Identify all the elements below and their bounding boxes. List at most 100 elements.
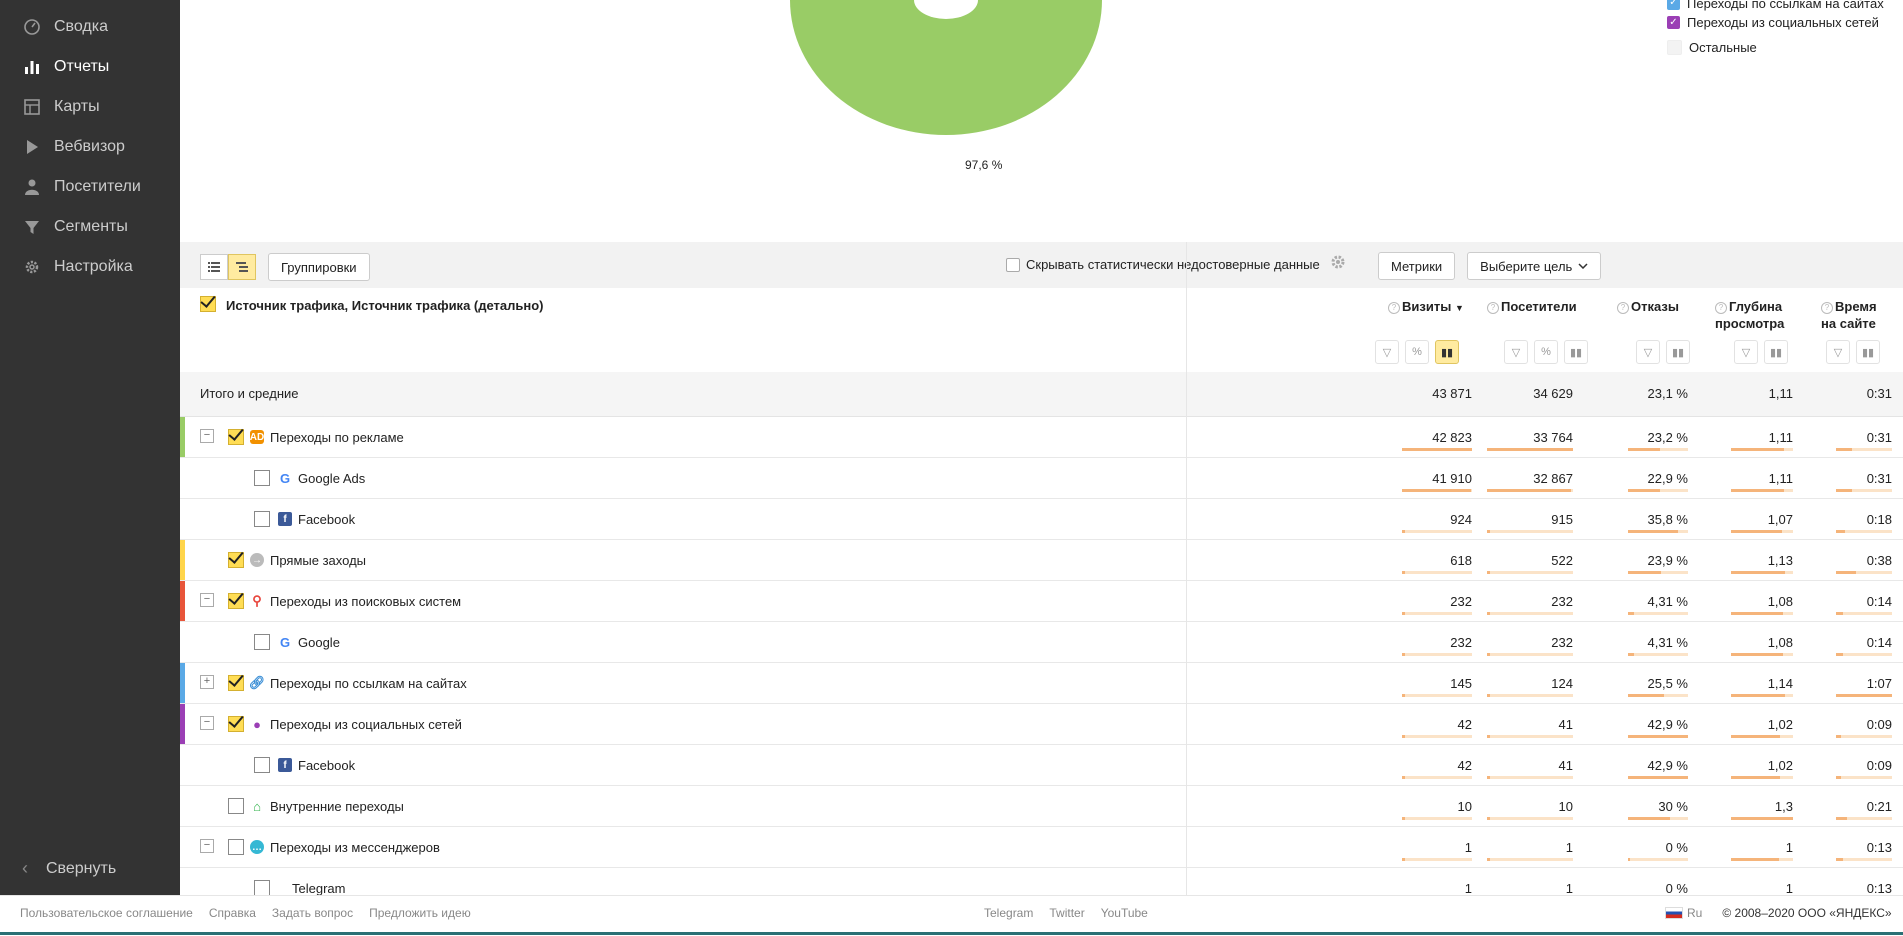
- sidebar-item-summary[interactable]: Сводка: [0, 7, 180, 47]
- chart-toggle-icon[interactable]: ▮▮: [1666, 340, 1690, 364]
- filter-icon[interactable]: ▽: [1826, 340, 1850, 364]
- filter-icon[interactable]: ▽: [1375, 340, 1399, 364]
- row-label[interactable]: Внутренние переходы: [270, 799, 404, 814]
- row-label[interactable]: Telegram: [292, 881, 345, 896]
- col-header-time[interactable]: ? Время на сайте: [1821, 298, 1891, 332]
- row-checkbox[interactable]: [254, 880, 270, 896]
- row-checkbox[interactable]: [228, 429, 244, 445]
- filter-icon[interactable]: ▽: [1636, 340, 1660, 364]
- help-icon[interactable]: ?: [1388, 301, 1400, 314]
- table-row[interactable]: − ⚲ Переходы из поисковых систем 232 232 4…: [180, 581, 1903, 622]
- table-row[interactable]: − AD Переходы по рекламе 42 823 33 764 23,…: [180, 417, 1903, 458]
- collapse-sidebar-button[interactable]: ‹ Свернуть: [22, 858, 116, 879]
- checkbox-icon[interactable]: [1667, 40, 1682, 55]
- table-row[interactable]: → Прямые заходы 618 522 23,9 % 1,13 0:38: [180, 540, 1903, 581]
- row-label[interactable]: Google Ads: [298, 471, 365, 486]
- tree-view-button[interactable]: [228, 254, 256, 280]
- row-checkbox[interactable]: [228, 716, 244, 732]
- row-checkbox[interactable]: [228, 675, 244, 691]
- metric-cell: 924: [1450, 512, 1472, 527]
- table-settings-gear-icon[interactable]: [1330, 254, 1346, 273]
- metric-bar: [1836, 817, 1892, 820]
- row-checkbox[interactable]: [254, 511, 270, 527]
- filter-icon[interactable]: ▽: [1734, 340, 1758, 364]
- language-switch[interactable]: Ru: [1687, 906, 1702, 920]
- col-header-bounces[interactable]: ? Отказы: [1617, 298, 1679, 315]
- row-label[interactable]: Прямые заходы: [270, 553, 366, 568]
- col-header-depth[interactable]: ? Глубина просмотра: [1715, 298, 1795, 332]
- row-label[interactable]: Facebook: [298, 758, 355, 773]
- legend-item[interactable]: Остальные: [1667, 35, 1884, 60]
- chart-toggle-icon[interactable]: ▮▮: [1856, 340, 1880, 364]
- list-view-button[interactable]: [200, 254, 228, 280]
- help-icon[interactable]: ?: [1487, 301, 1499, 314]
- checkbox-icon[interactable]: ✓: [1667, 0, 1680, 10]
- collapse-toggle[interactable]: −: [200, 716, 214, 730]
- footer-link-ask[interactable]: Задать вопрос: [272, 906, 353, 920]
- sidebar-item-maps[interactable]: Карты: [0, 87, 180, 127]
- legend-item[interactable]: ✓ Переходы из социальных сетей: [1667, 10, 1884, 35]
- sidebar-item-webvisor[interactable]: Вебвизор: [0, 127, 180, 167]
- row-label[interactable]: Переходы из социальных сетей: [270, 717, 462, 732]
- table-row[interactable]: − … Переходы из мессенджеров 1 1 0 % 1 0:13: [180, 827, 1903, 868]
- row-label[interactable]: Переходы по рекламе: [270, 430, 404, 445]
- metrics-button[interactable]: Метрики: [1378, 252, 1456, 280]
- legend-item[interactable]: ✓ Переходы по ссылкам на сайтах: [1667, 0, 1884, 11]
- checkbox-icon[interactable]: ✓: [1667, 16, 1680, 29]
- table-row[interactable]: G Google 232 232 4,31 % 1,08 0:14: [180, 622, 1903, 663]
- select-all-checkbox[interactable]: [200, 296, 216, 312]
- col-header-visitors[interactable]: ? Посетители: [1487, 298, 1577, 315]
- col-header-visits[interactable]: ? Визиты ▼: [1388, 298, 1464, 317]
- footer-link-agreement[interactable]: Пользовательское соглашение: [20, 906, 193, 920]
- sidebar-item-visitors[interactable]: Посетители: [0, 167, 180, 207]
- row-label[interactable]: Переходы из поисковых систем: [270, 594, 461, 609]
- sidebar-item-segments[interactable]: Сегменты: [0, 207, 180, 247]
- filter-icon[interactable]: ▽: [1504, 340, 1528, 364]
- expand-toggle[interactable]: +: [200, 675, 214, 689]
- table-row[interactable]: G Google Ads 41 910 32 867 22,9 % 1,11 0:31: [180, 458, 1903, 499]
- chart-toggle-icon[interactable]: ▮▮: [1764, 340, 1788, 364]
- sidebar-item-settings[interactable]: Настройка: [0, 247, 180, 287]
- footer-link-help[interactable]: Справка: [209, 906, 256, 920]
- help-icon[interactable]: ?: [1715, 301, 1727, 314]
- table-row[interactable]: − ● Переходы из социальных сетей 42 41 42,…: [180, 704, 1903, 745]
- table-row[interactable]: f Facebook 924 915 35,8 % 1,07 0:18: [180, 499, 1903, 540]
- metric-bar-fill: [1628, 571, 1662, 574]
- footer-link-telegram[interactable]: Telegram: [984, 906, 1033, 920]
- footer-link-twitter[interactable]: Twitter: [1049, 906, 1084, 920]
- row-checkbox[interactable]: [228, 593, 244, 609]
- table-row[interactable]: + 🔗︎ Переходы по ссылкам на сайтах 145 12…: [180, 663, 1903, 704]
- row-checkbox[interactable]: [254, 757, 270, 773]
- collapse-toggle[interactable]: −: [200, 839, 214, 853]
- table-row[interactable]: ⌂ Внутренние переходы 10 10 30 % 1,3 0:21: [180, 786, 1903, 827]
- sort-desc-icon[interactable]: ▼: [1455, 303, 1464, 313]
- sidebar-item-reports[interactable]: Отчеты: [0, 47, 180, 87]
- footer-link-youtube[interactable]: YouTube: [1101, 906, 1148, 920]
- chart-toggle-icon[interactable]: ▮▮: [1564, 340, 1588, 364]
- percent-icon[interactable]: %: [1534, 340, 1558, 364]
- groupings-button[interactable]: Группировки: [268, 253, 370, 281]
- metric-cell: 0:21: [1866, 799, 1892, 814]
- table-row[interactable]: f Facebook 42 41 42,9 % 1,02 0:09: [180, 745, 1903, 786]
- row-checkbox[interactable]: [228, 552, 244, 568]
- collapse-toggle[interactable]: −: [200, 593, 214, 607]
- goal-select[interactable]: Выберите цель: [1467, 252, 1602, 280]
- checkbox-icon[interactable]: [1006, 257, 1020, 272]
- row-checkbox[interactable]: [254, 634, 270, 650]
- row-checkbox[interactable]: [228, 798, 244, 814]
- row-label[interactable]: Google: [298, 635, 340, 650]
- chart-toggle-icon[interactable]: ▮▮: [1435, 340, 1459, 364]
- row-checkbox[interactable]: [254, 470, 270, 486]
- help-icon[interactable]: ?: [1617, 301, 1629, 314]
- row-checkbox[interactable]: [228, 839, 244, 855]
- dimension-header[interactable]: Источник трафика, Источник трафика (дета…: [200, 296, 544, 313]
- help-icon[interactable]: ?: [1821, 301, 1833, 314]
- hide-stat-checkbox[interactable]: Скрывать статистически недостоверные дан…: [1006, 257, 1320, 272]
- donut-slice-other[interactable]: [790, 0, 1102, 135]
- row-label[interactable]: Facebook: [298, 512, 355, 527]
- collapse-toggle[interactable]: −: [200, 429, 214, 443]
- row-label[interactable]: Переходы из мессенджеров: [270, 840, 440, 855]
- footer-link-idea[interactable]: Предложить идею: [369, 906, 471, 920]
- percent-icon[interactable]: %: [1405, 340, 1429, 364]
- row-label[interactable]: Переходы по ссылкам на сайтах: [270, 676, 467, 691]
